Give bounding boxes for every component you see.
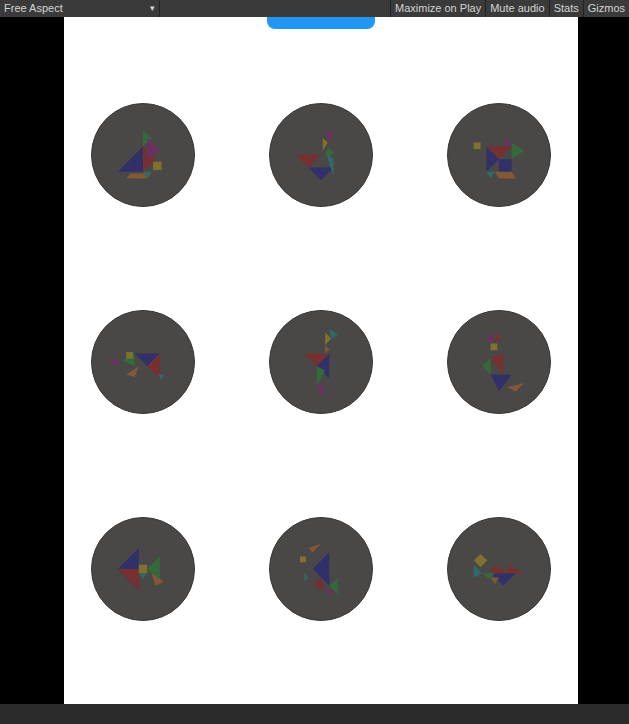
tangram-figure-icon: [279, 113, 363, 197]
level-grid: [91, 103, 551, 621]
level-button[interactable]: [447, 517, 551, 621]
tangram-figure-icon: [101, 527, 185, 611]
level-button[interactable]: [447, 103, 551, 207]
aspect-dropdown[interactable]: Free Aspect▾: [0, 0, 160, 17]
tangram-figure-icon: [101, 113, 185, 197]
top-tab-button[interactable]: [267, 17, 375, 29]
game-viewport: [0, 17, 629, 704]
toolbar-toggle-button[interactable]: Gizmos: [583, 0, 629, 17]
tangram-figure-icon: [457, 113, 541, 197]
game-view-toolbar: Free Aspect▾ Maximize on PlayMute audioSt…: [0, 0, 629, 17]
level-select-screen: [64, 17, 578, 704]
level-button[interactable]: [269, 517, 373, 621]
level-button[interactable]: [447, 310, 551, 414]
bottom-bar: [0, 704, 629, 724]
level-button[interactable]: [269, 103, 373, 207]
tangram-figure-icon: [457, 527, 541, 611]
level-button[interactable]: [91, 517, 195, 621]
toolbar-toggle-button[interactable]: Stats: [549, 0, 583, 17]
toolbar-toggle-button[interactable]: Maximize on Play: [390, 0, 485, 17]
level-button[interactable]: [91, 103, 195, 207]
level-button[interactable]: [91, 310, 195, 414]
level-button[interactable]: [269, 310, 373, 414]
tangram-figure-icon: [457, 320, 541, 404]
unity-game-view: Free Aspect▾ Maximize on PlayMute audioSt…: [0, 0, 629, 724]
tangram-figure-icon: [279, 527, 363, 611]
tangram-figure-icon: [279, 320, 363, 404]
toolbar-toggle-button[interactable]: Mute audio: [485, 0, 548, 17]
tangram-figure-icon: [101, 320, 185, 404]
